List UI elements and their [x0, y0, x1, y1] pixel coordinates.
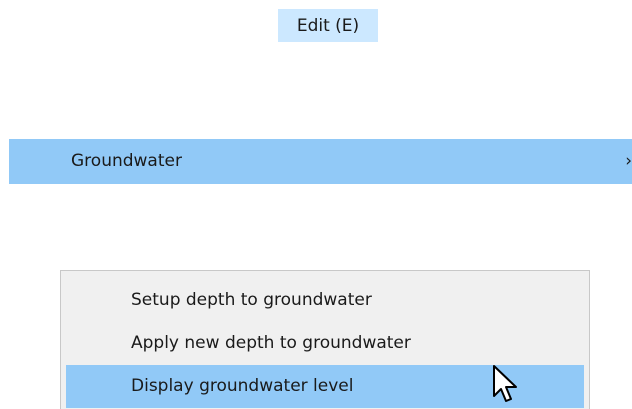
menu-item-label: Apply new depth to groundwater — [131, 333, 411, 353]
mouse-pointer-icon — [493, 365, 517, 402]
menu-item-setup-depth[interactable]: Setup depth to groundwater — [66, 279, 584, 322]
chevron-right-icon: › — [625, 151, 632, 171]
edit-menu-label: Edit (E) — [296, 15, 360, 36]
edit-menu[interactable]: Edit (E) — [278, 9, 378, 42]
menu-item-groundwater[interactable]: Groundwater › — [9, 139, 632, 184]
menu-item-apply-new-depth[interactable]: Apply new depth to groundwater — [66, 322, 584, 365]
menu-item-label: Setup depth to groundwater — [131, 290, 372, 310]
menu-item-groundwater-label: Groundwater — [71, 151, 182, 171]
menu-item-label: Display groundwater level — [131, 376, 354, 396]
